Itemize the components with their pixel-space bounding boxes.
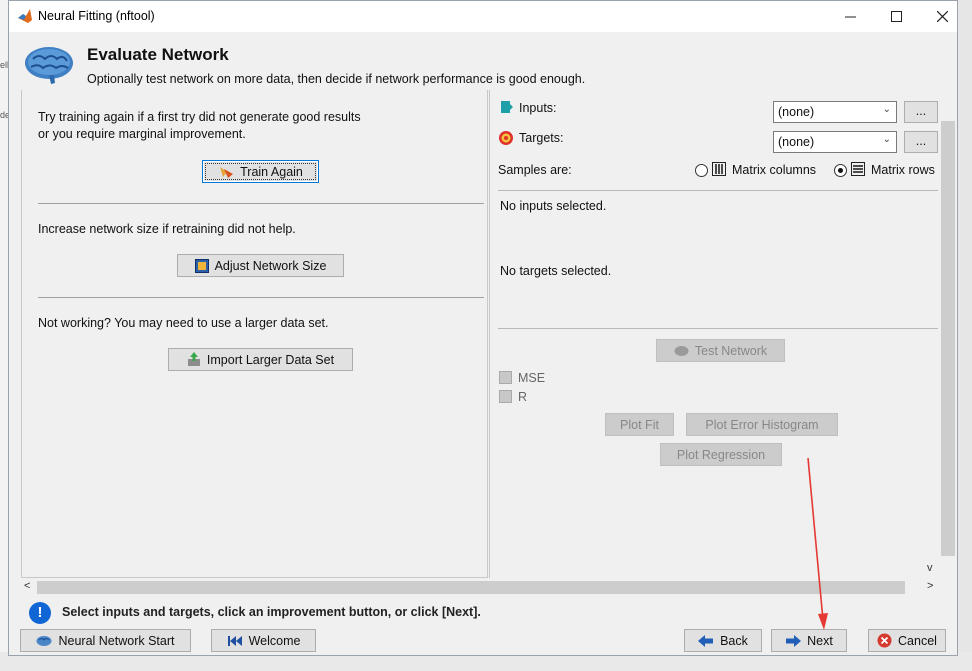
annotation-arrow <box>807 457 828 630</box>
